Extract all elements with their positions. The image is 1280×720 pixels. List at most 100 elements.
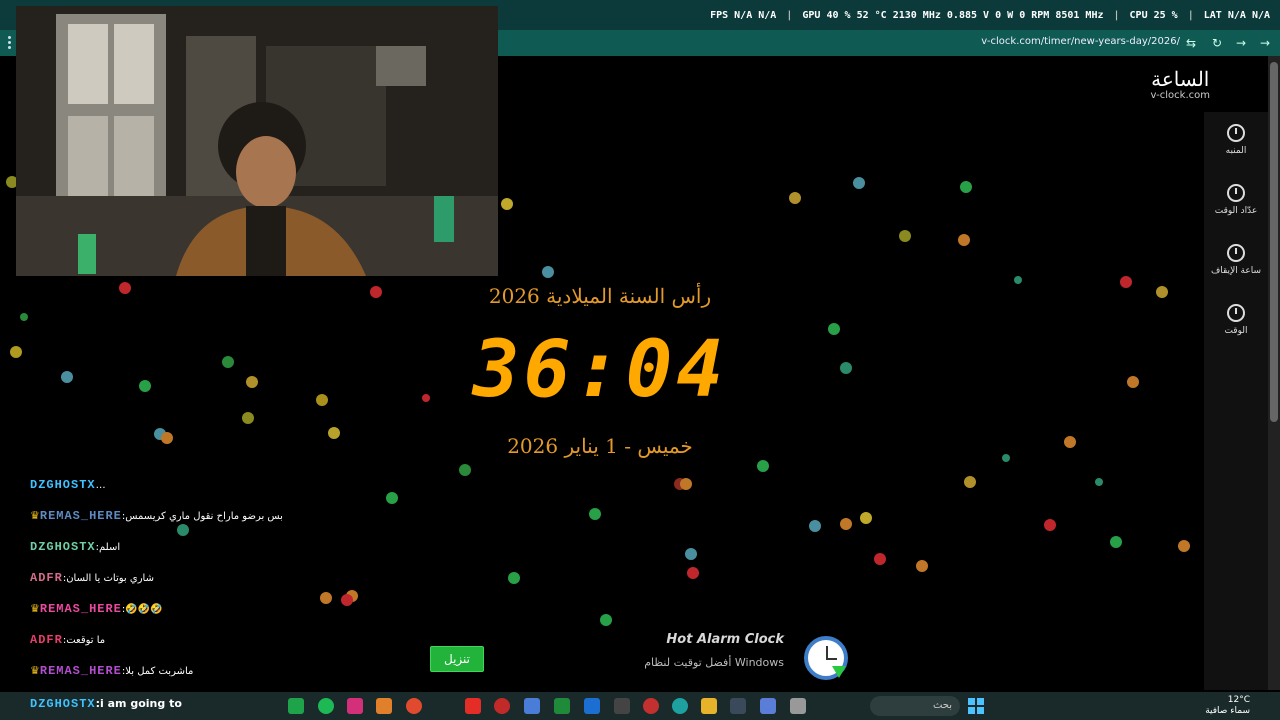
chat-message: DZGHOSTX:اسلم [30, 540, 121, 554]
chrome-icon[interactable] [406, 698, 422, 714]
cpu-load: 25 % [1153, 10, 1178, 21]
weather-desc: سماء صافية [1205, 706, 1250, 716]
chat-nick: REMAS_HERE [39, 602, 122, 616]
download-arrow-icon [832, 666, 846, 678]
fps-label: FPS [710, 10, 729, 21]
alarm-icon [1227, 124, 1245, 142]
chat-message: ADFR:ما توقعت [30, 633, 106, 647]
edge-icon[interactable] [672, 698, 688, 714]
webcam-feed [16, 6, 498, 276]
caption-text: i am going to [100, 697, 182, 710]
play-icon[interactable] [288, 698, 304, 714]
taskbar: DZGHOSTX:i am going to بحث 12°C سماء صاف… [0, 692, 1280, 720]
gpu-clock: 2130 MHz [892, 10, 941, 21]
ad-brand[interactable]: Hot Alarm Clock [654, 632, 784, 647]
youtube-icon[interactable] [465, 698, 481, 714]
menu-dots-icon[interactable] [8, 36, 11, 50]
translate-icon[interactable]: ⇆ [1182, 34, 1200, 52]
nav-clock-label: الوقت [1224, 326, 1248, 336]
lat-value: N/A [1227, 10, 1246, 21]
caption-nick: DZGHOSTX [30, 697, 96, 711]
nav-alarm-label: المنبه [1225, 146, 1247, 156]
gpu-load: 40 % [826, 10, 851, 21]
chat-nick: REMAS_HERE [39, 664, 122, 678]
outlook-icon[interactable] [584, 698, 600, 714]
nav-alarm[interactable]: المنبه [1204, 124, 1268, 156]
chat-text: شاري بوتات يا السان [66, 573, 154, 584]
weather-temp: 12°C [1227, 695, 1250, 705]
crown-icon: ♛ [30, 664, 40, 677]
reload-icon[interactable]: ↻ [1208, 34, 1226, 52]
chat-message: ♛REMAS_HERE:🤣🤣🤣 [30, 602, 163, 616]
nav-timer[interactable]: عدّاد الوقت [1204, 184, 1268, 216]
gpu-fan: 0 RPM [1019, 10, 1050, 21]
brand-arabic: الساعة [1151, 67, 1210, 91]
chat-text: … [95, 480, 106, 491]
chat-text: ما توقعت [66, 635, 106, 646]
url-field[interactable]: v-clock.com/timer/new-years-day/2026/ [981, 36, 1180, 47]
taskbar-search[interactable]: بحث [870, 696, 960, 716]
fps-value-2: N/A [758, 10, 777, 21]
event-date: خميس - 1 يناير 2026 [507, 434, 693, 458]
crown-icon: ♛ [30, 509, 40, 522]
chat-text: 🤣🤣🤣 [125, 604, 163, 615]
brand-domain: v-clock.com [1150, 90, 1210, 101]
webcam-overlay [16, 6, 498, 276]
chat-text: بس برضو ماراح نقول ماري كريسمس [125, 511, 283, 522]
fps-value: N/A [734, 10, 753, 21]
app-icon[interactable] [524, 698, 540, 714]
chat-nick: ADFR [30, 571, 63, 585]
steam-icon[interactable] [494, 698, 510, 714]
lat-label: LAT [1203, 10, 1222, 21]
chat-caption: DZGHOSTX:i am going to [30, 697, 182, 711]
chat-message: ♛REMAS_HERE:ماشربت كمل بلا [30, 664, 194, 678]
app-icon[interactable] [790, 698, 806, 714]
download-button[interactable]: تنزيل [430, 646, 484, 672]
folder-icon[interactable] [701, 698, 717, 714]
spotify-icon[interactable] [318, 698, 334, 714]
nav-stopwatch-label: ساعة الإيقاف [1210, 266, 1262, 276]
chat-nick: DZGHOSTX [30, 478, 96, 492]
gpu-temp: 52 °C [856, 10, 887, 21]
side-navigation: المنبه عدّاد الوقت ساعة الإيقاف الوقت [1204, 112, 1268, 690]
chat-message: ♛REMAS_HERE:بس برضو ماراح نقول ماري كريس… [30, 509, 283, 523]
copilot-icon[interactable] [760, 698, 776, 714]
chat-text: ماشربت كمل بلا [125, 666, 194, 677]
chat-nick: REMAS_HERE [39, 509, 122, 523]
stopwatch-icon [1227, 244, 1245, 262]
gpu-mem: 8501 MHz [1055, 10, 1104, 21]
app-icon[interactable] [643, 698, 659, 714]
nav-stopwatch[interactable]: ساعة الإيقاف [1204, 244, 1268, 276]
crown-icon: ♛ [30, 602, 40, 615]
chat-text: اسلم [98, 542, 121, 553]
nav-timer-label: عدّاد الوقت [1214, 206, 1258, 216]
chat-nick: DZGHOSTX [30, 540, 96, 554]
gpu-volt: 0.885 V [946, 10, 990, 21]
store-icon[interactable] [730, 698, 746, 714]
countdown-display: 36:04 [472, 325, 728, 415]
windows-start-icon[interactable] [968, 698, 984, 714]
gpu-label: GPU [802, 10, 821, 21]
chat-message: ADFR:شاري بوتات يا السان [30, 571, 154, 585]
nav-clock[interactable]: الوقت [1204, 304, 1268, 336]
xbox-icon[interactable] [554, 698, 570, 714]
lat-value-2: N/A [1251, 10, 1270, 21]
performance-overlay: FPS N/A N/A | GPU 40 % 52 °C 2130 MHz 0.… [710, 10, 1270, 21]
app-icon[interactable] [614, 698, 630, 714]
forward-icon[interactable]: → [1232, 34, 1250, 52]
chat-nick: ADFR [30, 633, 63, 647]
stream-chat: DZGHOSTX… ♛REMAS_HERE:بس برضو ماراح نقول… [30, 478, 470, 695]
weather-widget[interactable]: 12°C سماء صافية [1205, 695, 1250, 717]
timer-icon [1227, 184, 1245, 202]
clock-icon [1227, 304, 1245, 322]
event-title: رأس السنة الميلادية 2026 [488, 284, 712, 308]
gpu-power: 0 W [995, 10, 1014, 21]
cpu-label: CPU [1129, 10, 1148, 21]
ad-tagline: أفضل توقيت لنظام Windows [644, 656, 784, 669]
app-a-icon[interactable] [376, 698, 392, 714]
chat-message: DZGHOSTX… [30, 478, 470, 509]
back-icon[interactable]: → [1256, 34, 1274, 52]
site-logo[interactable]: الساعة v-clock.com [1151, 68, 1210, 101]
instagram-icon[interactable] [347, 698, 363, 714]
scrollbar-thumb[interactable] [1270, 62, 1278, 422]
